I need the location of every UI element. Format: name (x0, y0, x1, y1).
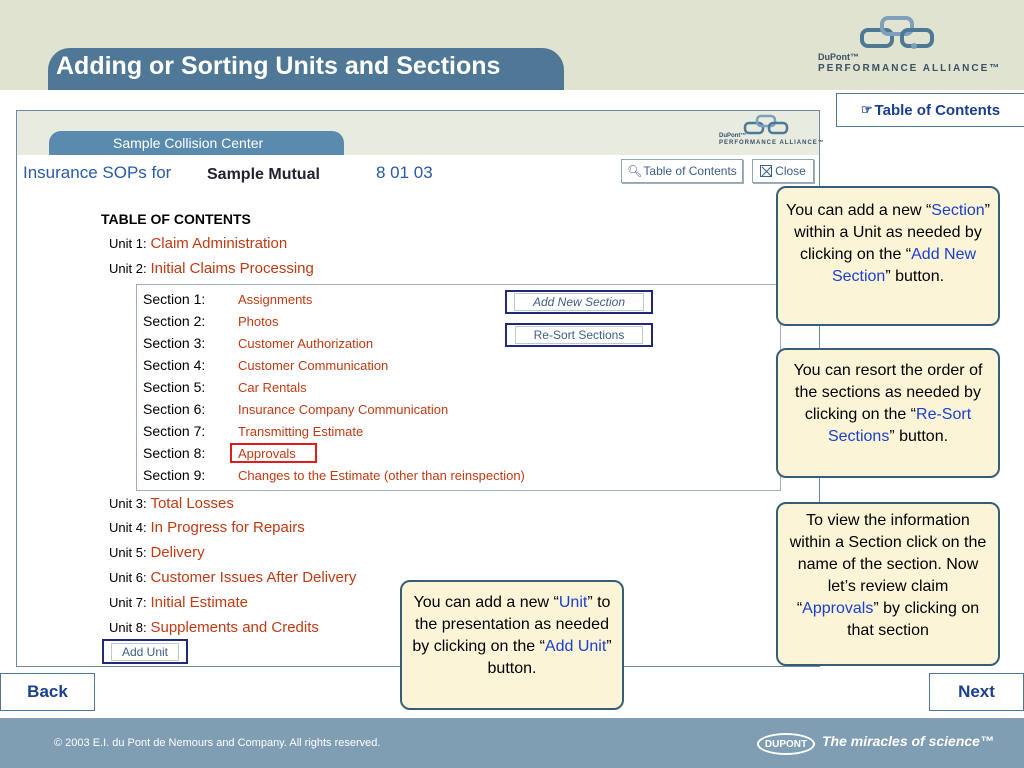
performance-alliance-logo-icon (860, 16, 934, 49)
unit-row: Unit 7: Initial Estimate (109, 594, 248, 611)
unit-number: Unit 3: (109, 496, 147, 511)
callout-resort: You can resort the order of the sections… (776, 348, 1000, 478)
callout-highlight: Add Unit (544, 638, 607, 655)
table-of-contents-button[interactable]: ☞ Table of Contents (836, 93, 1024, 127)
approvals-highlight (230, 443, 317, 463)
toc-button-label: Table of Contents (874, 101, 1001, 119)
section-link[interactable]: Transmitting Estimate (238, 424, 363, 439)
unit-number: Unit 5: (109, 545, 147, 560)
unit-link[interactable]: In Progress for Repairs (150, 519, 304, 536)
sections-list: Section 1: Assignments Section 2: Photos S… (136, 284, 781, 491)
section-number: Section 4: (143, 357, 206, 373)
callout-add-unit: You can add a new “Unit” to the presenta… (400, 580, 624, 710)
section-link[interactable]: Customer Communication (238, 358, 388, 373)
section-row: Section 5: Car Rentals (143, 379, 307, 395)
magnifier-icon: 🔍︎ (627, 164, 643, 178)
callout-view-section: To view the information within a Section… (776, 502, 1000, 666)
callout-text: You can add a new “ (413, 594, 559, 611)
add-new-section-label: Add New Section (513, 293, 645, 311)
section-row: Section 3: Customer Authorization (143, 335, 373, 351)
toc-heading: TABLE OF CONTENTS (101, 211, 251, 227)
unit-number: Unit 1: (109, 236, 147, 251)
unit-number: Unit 4: (109, 520, 147, 535)
app-logo-icon (743, 114, 789, 135)
section-link[interactable]: Car Rentals (238, 380, 307, 395)
tagline: The miracles of science™ (822, 733, 994, 749)
section-row: Section 2: Photos (143, 313, 278, 329)
section-number: Section 3: (143, 335, 206, 351)
unit-number: Unit 7: (109, 595, 147, 610)
callout-text: You can add a new “ (786, 202, 932, 219)
callout-text: ” button. (885, 268, 945, 285)
app-toc-button[interactable]: 🔍︎ Table of Contents (621, 159, 743, 183)
insurer-name: Sample Mutual (207, 166, 320, 184)
unit-row: Unit 3: Total Losses (109, 495, 234, 512)
page-title: Adding or Sorting Units and Sections (56, 52, 501, 80)
back-button[interactable]: Back (0, 673, 95, 711)
close-icon (760, 165, 773, 177)
unit-link[interactable]: Claim Administration (150, 235, 287, 252)
section-link[interactable]: Photos (238, 314, 278, 329)
section-number: Section 7: (143, 423, 206, 439)
section-link[interactable]: Changes to the Estimate (other than rein… (238, 468, 525, 483)
section-number: Section 8: (143, 445, 206, 461)
add-new-section-button[interactable]: Add New Section (505, 290, 653, 314)
unit-row: Unit 8: Supplements and Credits (109, 619, 319, 636)
re-sort-sections-button[interactable]: Re-Sort Sections (505, 323, 653, 347)
section-row: Section 1: Assignments (143, 291, 312, 307)
unit-link[interactable]: Initial Estimate (150, 594, 248, 611)
callout-highlight: Unit (558, 594, 588, 611)
section-row: Section 9: Changes to the Estimate (other… (143, 467, 525, 483)
unit-row: Unit 4: In Progress for Repairs (109, 519, 305, 536)
add-unit-button[interactable]: Add Unit (102, 639, 188, 664)
next-button[interactable]: Next (929, 673, 1024, 711)
section-row: Section 7: Transmitting Estimate (143, 423, 363, 439)
section-link[interactable]: Insurance Company Communication (238, 402, 448, 417)
section-number: Section 6: (143, 401, 206, 417)
callout-text: ” button. (889, 428, 949, 445)
app-toc-label: Table of Contents (643, 164, 737, 178)
unit-row: Unit 5: Delivery (109, 544, 205, 561)
slide: Adding or Sorting Units and Sections DuP… (0, 0, 1024, 768)
hand-pointer-icon: ☞ (860, 102, 873, 117)
brand-name: DuPont™ (818, 52, 859, 62)
callout-highlight: Approvals (802, 600, 874, 617)
unit-row: Unit 1: Claim Administration (109, 235, 287, 252)
brand-subname: PERFORMANCE ALLIANCE™ (818, 63, 1002, 74)
section-number: Section 1: (143, 291, 206, 307)
section-number: Section 9: (143, 467, 206, 483)
add-unit-label: Add Unit (110, 642, 180, 661)
app-brand-name: DuPont™ (719, 133, 747, 139)
unit-link[interactable]: Delivery (150, 544, 204, 561)
unit-number: Unit 2: (109, 261, 147, 276)
section-link[interactable]: Customer Authorization (238, 336, 373, 351)
sop-heading-prefix: Insurance SOPs for (23, 163, 172, 182)
unit-link[interactable]: Supplements and Credits (150, 619, 318, 636)
re-sort-sections-label: Re-Sort Sections (514, 326, 644, 344)
close-label: Close (775, 164, 806, 178)
unit-row: Unit 2: Initial Claims Processing (109, 260, 314, 277)
unit-row: Unit 6: Customer Issues After Delivery (109, 569, 356, 586)
collision-center-label: Sample Collision Center (113, 135, 264, 151)
section-link[interactable]: Assignments (238, 292, 312, 307)
unit-link[interactable]: Total Losses (150, 495, 233, 512)
callout-highlight: Section (931, 202, 985, 219)
section-number: Section 5: (143, 379, 206, 395)
app-close-button[interactable]: Close (752, 159, 814, 183)
unit-number: Unit 6: (109, 570, 147, 585)
sop-heading-date: 8 01 03 (376, 163, 433, 182)
unit-number: Unit 8: (109, 620, 147, 635)
section-row: Section 6: Insurance Company Communicatio… (143, 401, 448, 417)
unit-link[interactable]: Customer Issues After Delivery (150, 569, 356, 586)
app-brand-subname: PERFORMANCE ALLIANCE™ (719, 140, 825, 146)
copyright-text: © 2003 E.I. du Pont de Nemours and Compa… (54, 737, 381, 749)
callout-add-section: You can add a new “Section” within a Uni… (776, 186, 1000, 326)
section-number: Section 2: (143, 313, 206, 329)
dupont-logo-icon: DUPONT (757, 733, 815, 755)
unit-link[interactable]: Initial Claims Processing (150, 260, 313, 277)
section-row: Section 4: Customer Communication (143, 357, 388, 373)
